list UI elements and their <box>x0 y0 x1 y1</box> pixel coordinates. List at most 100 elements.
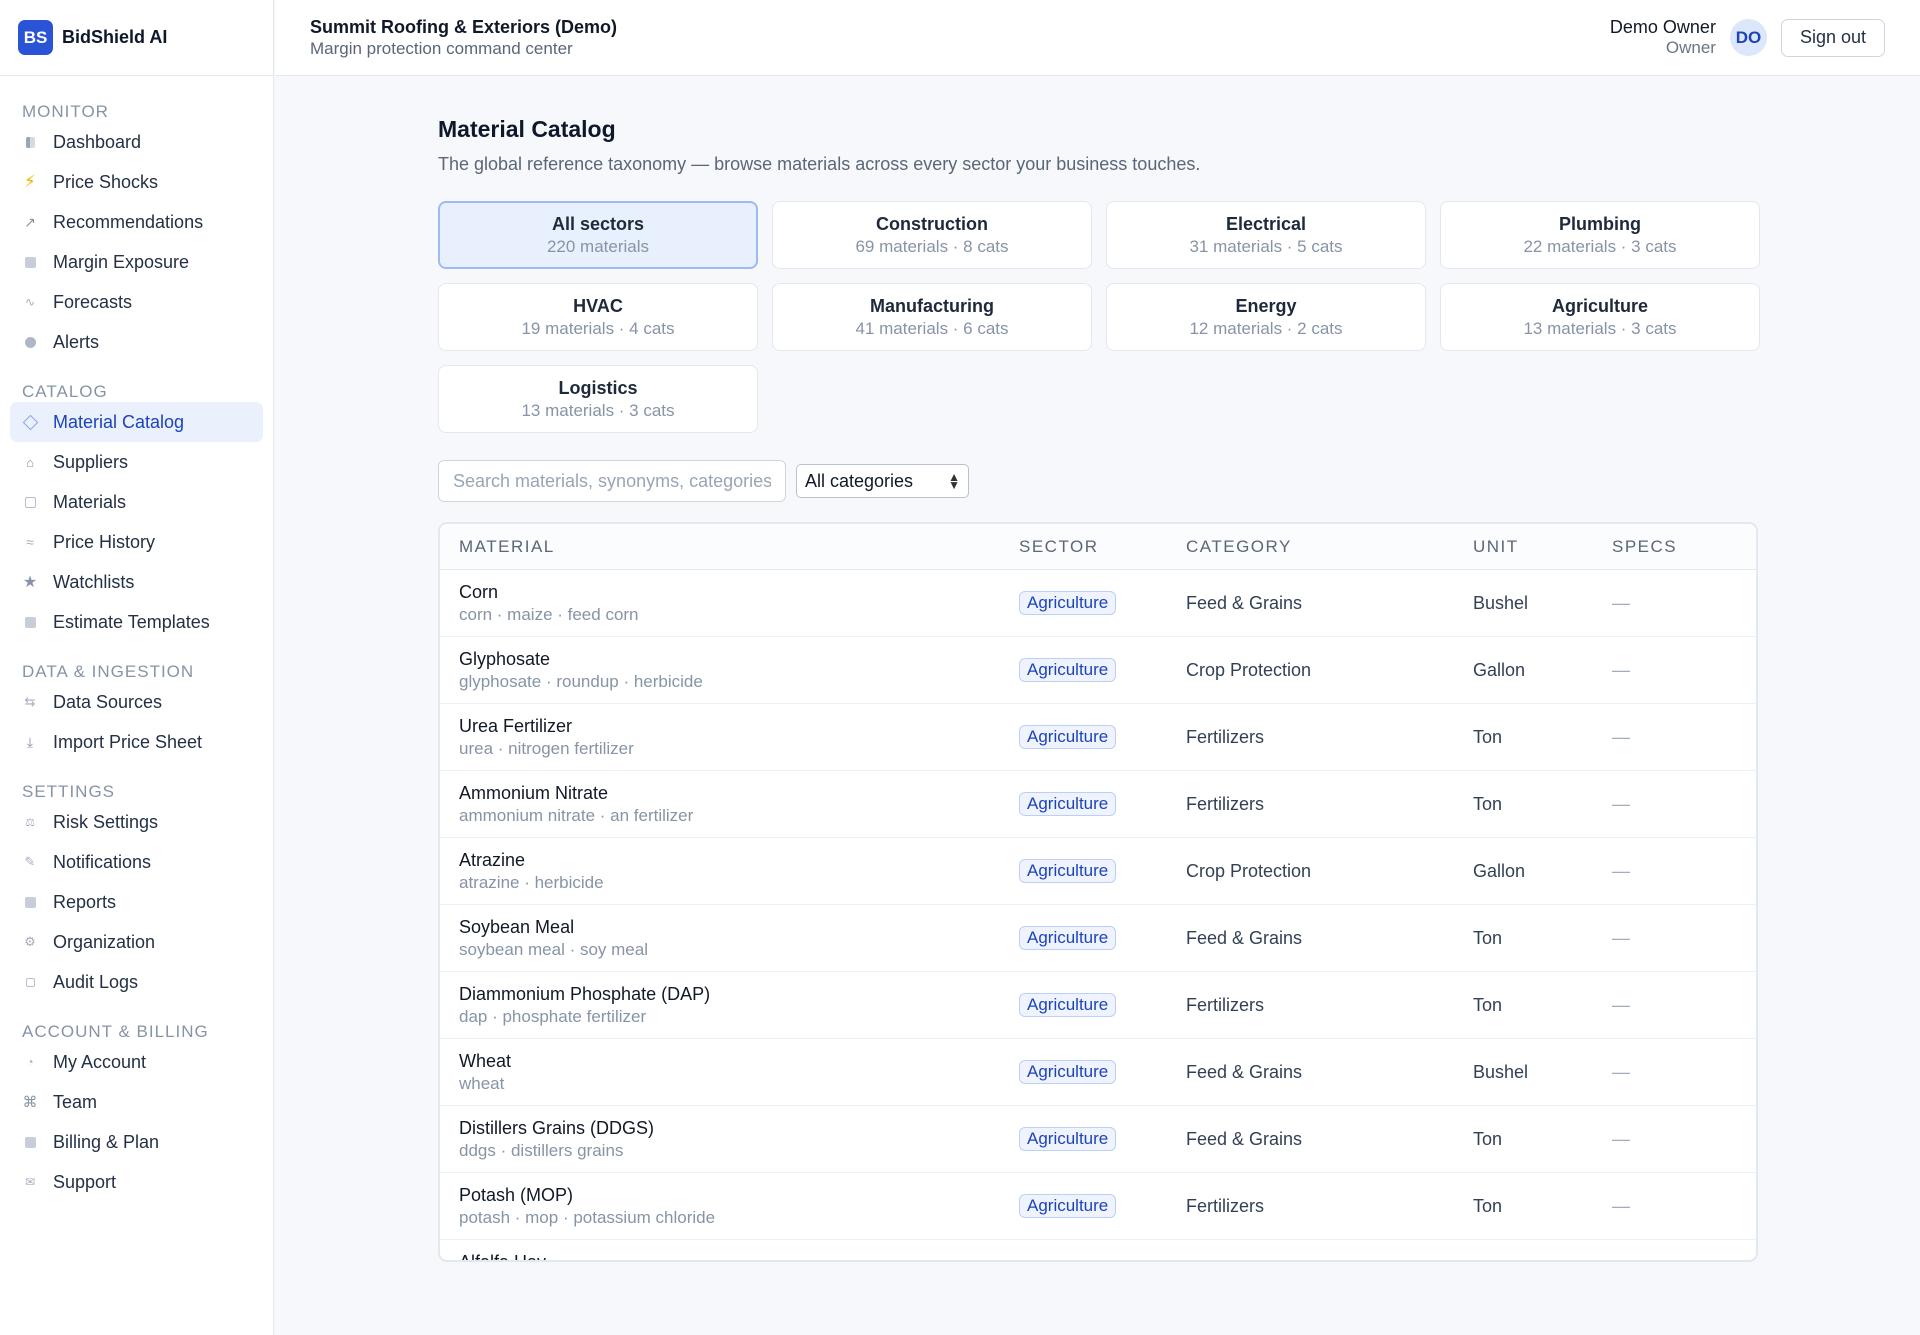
sidebar-item-watchlists[interactable]: ★ Watchlists <box>10 562 263 602</box>
category-select-value: All categories <box>805 470 914 491</box>
table-row[interactable]: Glyphosate glyphosate · roundup · herbici… <box>440 637 1756 704</box>
sector-count: 19 materials · 4 cats <box>521 318 675 338</box>
sector-card-all-sectors[interactable]: All sectors 220 materials <box>438 201 758 269</box>
sector-cell: Agriculture <box>1019 792 1186 816</box>
category-cell: Fertilizers <box>1186 793 1265 814</box>
sidebar-item-audit-logs[interactable]: Audit Logs <box>10 962 263 1002</box>
sector-card-hvac[interactable]: HVAC 19 materials · 4 cats <box>438 283 758 351</box>
sector-cell: Agriculture <box>1019 658 1186 682</box>
material-synonyms: ddgs · distillers grains <box>459 1140 624 1160</box>
sector-cell: Agriculture <box>1019 591 1186 615</box>
sidebar-item-import-price-sheet[interactable]: ⤓ Import Price Sheet <box>10 722 263 762</box>
material-name: Urea Fertilizer <box>459 715 573 736</box>
table-row[interactable]: Urea Fertilizer urea · nitrogen fertilize… <box>440 704 1756 771</box>
sidebar-item-notifications[interactable]: ✎ Notifications <box>10 842 263 882</box>
home-icon: ⌂ <box>26 454 34 470</box>
sidebar-item-label: Suppliers <box>53 451 129 472</box>
sector-card-electrical[interactable]: Electrical 31 materials · 5 cats <box>1106 201 1426 269</box>
nav-section-title: DATA & INGESTION <box>22 662 195 681</box>
dot-icon <box>22 334 38 350</box>
sidebar-item-organization[interactable]: ⚙ Organization <box>10 922 263 962</box>
material-synonyms: atrazine · herbicide <box>459 872 604 892</box>
topbar: Summit Roofing & Exteriors (Demo) Margin… <box>275 0 1920 76</box>
header-category[interactable]: CATEGORY <box>1186 537 1473 557</box>
sector-card-agriculture[interactable]: Agriculture 13 materials · 3 cats <box>1440 283 1760 351</box>
specs-cell: — <box>1612 994 1630 1015</box>
sidebar-item-material-catalog[interactable]: Material Catalog <box>10 402 263 442</box>
sector-card-logistics[interactable]: Logistics 13 materials · 3 cats <box>438 365 758 433</box>
sidebar-item-price-shocks[interactable]: ⚡ Price Shocks <box>10 162 263 202</box>
sidebar-item-data-sources[interactable]: ⇆ Data Sources <box>10 682 263 722</box>
unit-cell: Bushel <box>1473 592 1529 613</box>
sidebar-item-estimate-templates[interactable]: Estimate Templates <box>10 602 263 642</box>
sidebar-item-support[interactable]: ✉ Support <box>10 1162 263 1202</box>
avatar[interactable]: DO <box>1729 19 1767 56</box>
header-unit[interactable]: UNIT <box>1473 537 1612 557</box>
sidebar-item-risk-settings[interactable]: ⚖ Risk Settings <box>10 802 263 842</box>
table-row[interactable]: Diammonium Phosphate (DAP) dap · phosphat… <box>440 972 1756 1039</box>
header-sector[interactable]: SECTOR <box>1019 537 1186 557</box>
table-row[interactable]: Corn corn · maize · feed corn Agriculture F… <box>440 570 1756 637</box>
sector-name: Agriculture <box>1551 295 1648 316</box>
sector-name: Construction <box>876 213 988 234</box>
sidebar-item-reports[interactable]: Reports <box>10 882 263 922</box>
sector-count: 69 materials · 8 cats <box>855 236 1009 256</box>
sector-card-manufacturing[interactable]: Manufacturing 41 materials · 6 cats <box>772 283 1092 351</box>
arrow-up-right-icon: ↗ <box>24 213 36 230</box>
material-cell: Glyphosate glyphosate · roundup · herbici… <box>440 649 1019 692</box>
sidebar-item-label: Price History <box>53 531 156 552</box>
sidebar-item-team[interactable]: ⌘ Team <box>10 1082 263 1122</box>
card-icon <box>22 1134 38 1150</box>
sidebar-item-label: Organization <box>53 931 156 952</box>
sector-card-energy[interactable]: Energy 12 materials · 2 cats <box>1106 283 1426 351</box>
specs-cell: — <box>1612 1061 1630 1082</box>
brand[interactable]: BS BidShield AI <box>0 0 273 76</box>
report-icon <box>22 894 38 910</box>
sector-card-construction[interactable]: Construction 69 materials · 8 cats <box>772 201 1092 269</box>
sign-out-button[interactable]: Sign out <box>1780 18 1885 57</box>
table-row[interactable]: Potash (MOP) potash · mop · potassium chl… <box>440 1173 1756 1240</box>
header-specs[interactable]: SPECS <box>1612 537 1752 557</box>
specs-cell: — <box>1612 1128 1630 1149</box>
sidebar-item-suppliers[interactable]: ⌂ Suppliers <box>10 442 263 482</box>
search-input[interactable] <box>438 460 786 502</box>
trend-icon: ∿ <box>24 295 36 309</box>
table-row[interactable]: Soybean Meal soybean meal · soy meal Agric… <box>440 905 1756 972</box>
table-row[interactable]: Ammonium Nitrate ammonium nitrate · an fe… <box>440 771 1756 838</box>
sidebar-item-forecasts[interactable]: ∿ Forecasts <box>10 282 263 322</box>
material-synonyms: soybean meal · soy meal <box>459 939 648 959</box>
org-subtitle: Margin protection command center <box>310 38 573 58</box>
sector-count: 31 materials · 5 cats <box>1189 236 1343 256</box>
header-material[interactable]: MATERIAL <box>440 537 1019 557</box>
material-name: Soybean Meal <box>459 916 575 937</box>
table-row[interactable]: Distillers Grains (DDGS) ddgs · distiller… <box>440 1106 1756 1173</box>
sidebar-item-alerts[interactable]: Alerts <box>10 322 263 362</box>
table-row[interactable]: Atrazine atrazine · herbicide Agriculture C… <box>440 838 1756 905</box>
chevron-updown-icon: ▲ ▼ <box>948 470 960 492</box>
sidebar-item-recommendations[interactable]: ↗ Recommendations <box>10 202 263 242</box>
sector-cell: Agriculture <box>1019 1194 1186 1218</box>
sidebar-item-label: Watchlists <box>53 571 135 592</box>
sidebar-item-dashboard[interactable]: Dashboard <box>10 122 263 162</box>
sector-badge: Agriculture <box>1019 1261 1116 1262</box>
category-select[interactable]: All categories ▲ ▼ <box>796 464 969 498</box>
table-row[interactable]: Wheat wheat Agriculture Feed & Grains Bushel… <box>440 1039 1756 1106</box>
template-icon <box>22 614 38 630</box>
sidebar-item-billing-plan[interactable]: Billing & Plan <box>10 1122 263 1162</box>
sidebar-item-label: Risk Settings <box>53 811 159 832</box>
sidebar-item-materials[interactable]: Materials <box>10 482 263 522</box>
unit-cell: Ton <box>1473 726 1503 747</box>
sidebar-item-label: Audit Logs <box>53 971 139 992</box>
material-name: Distillers Grains (DDGS) <box>459 1117 655 1138</box>
sidebar-item-price-history[interactable]: ≈ Price History <box>10 522 263 562</box>
table-row[interactable]: Alfalfa Hayalfalfa · hayAgricultureFeed … <box>440 1240 1756 1262</box>
sector-badge: Agriculture <box>1019 1194 1117 1218</box>
material-synonyms: ammonium nitrate · an fertilizer <box>459 805 694 825</box>
sector-card-plumbing[interactable]: Plumbing 22 materials · 3 cats <box>1440 201 1760 269</box>
log-icon <box>22 974 38 990</box>
sidebar-item-label: Notifications <box>53 851 152 872</box>
main-content: Material Catalog The global reference ta… <box>438 76 1760 1262</box>
sidebar-item-my-account[interactable]: ◔ My Account <box>10 1042 263 1082</box>
sidebar-item-margin-exposure[interactable]: Margin Exposure <box>10 242 263 282</box>
sidebar-item-label: Billing & Plan <box>53 1131 160 1152</box>
